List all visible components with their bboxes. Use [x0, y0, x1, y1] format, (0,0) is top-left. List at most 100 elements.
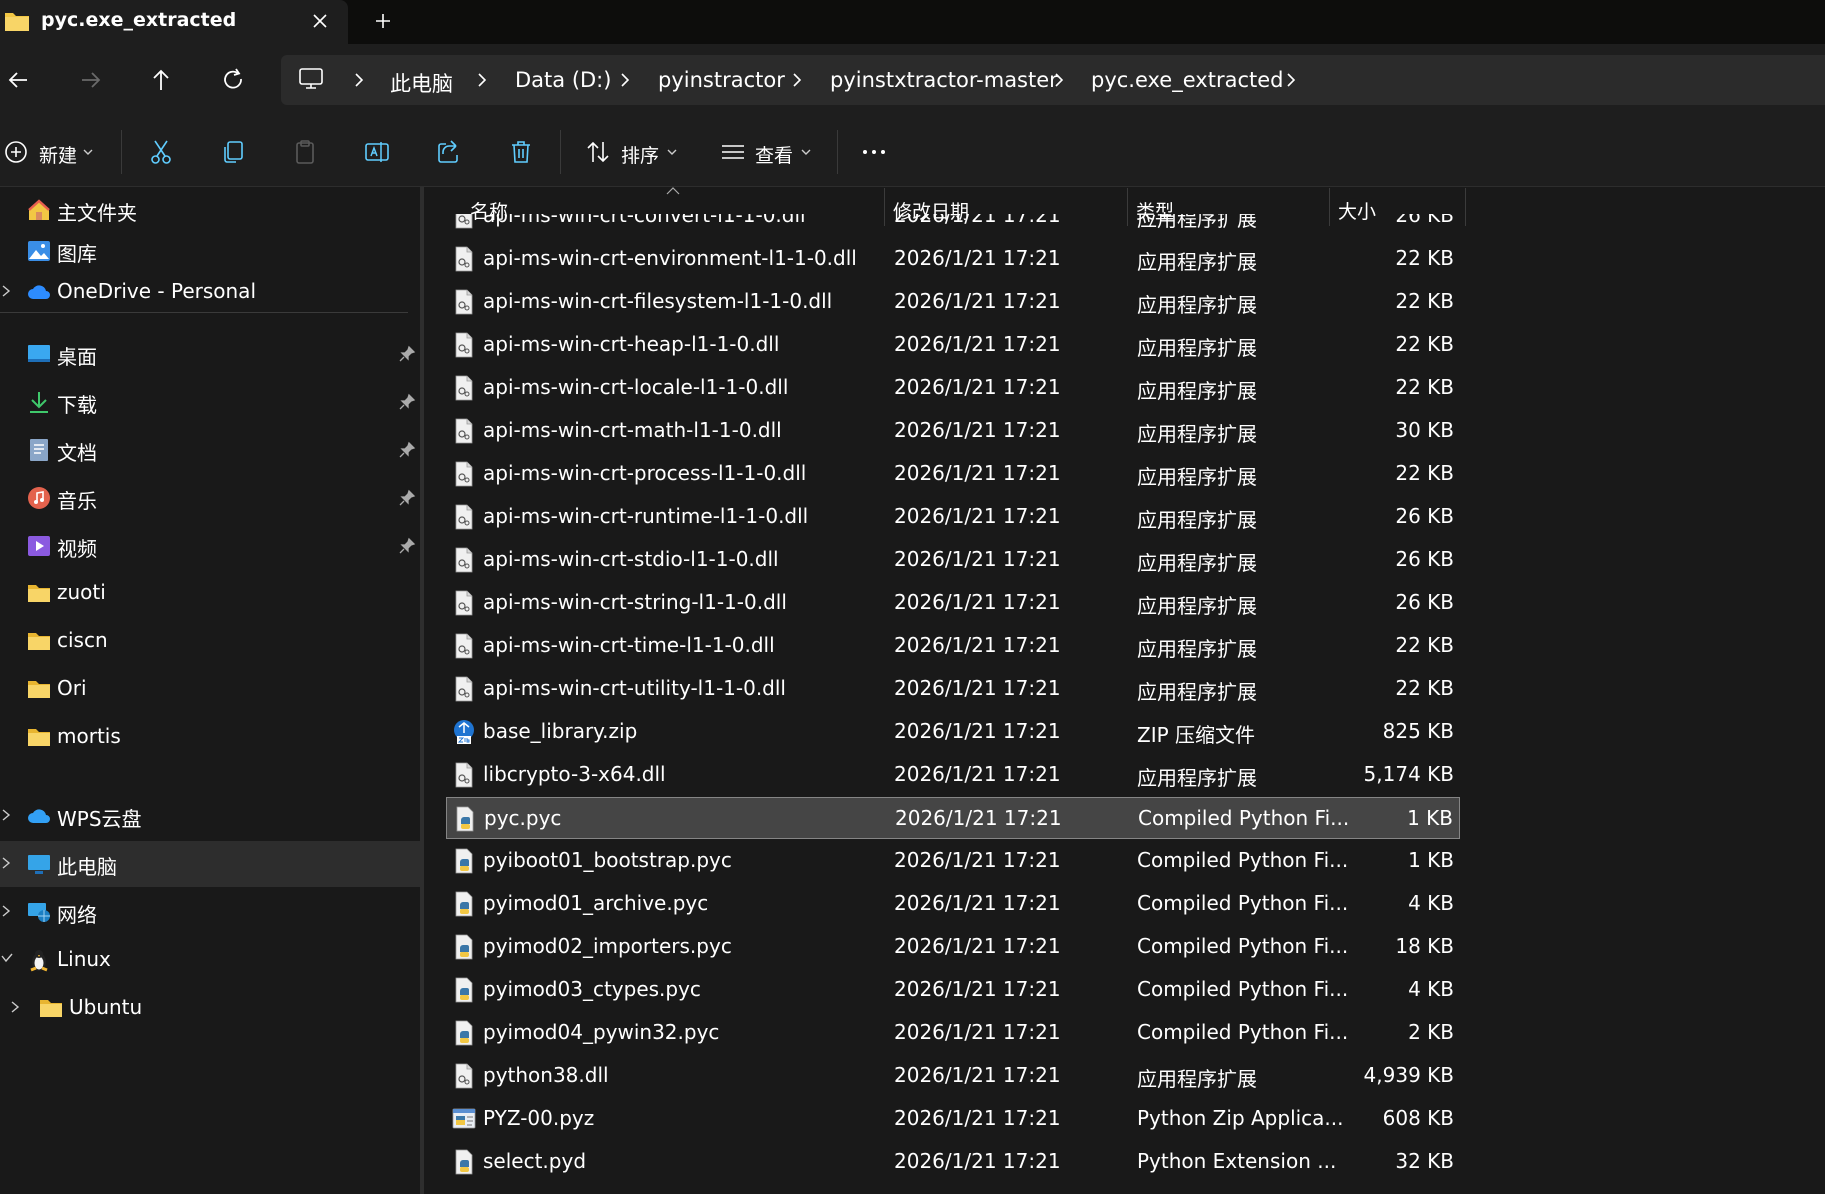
delete-icon[interactable]: [507, 138, 535, 166]
file-row[interactable]: api-ms-win-crt-filesystem-l1-1-0.dll 2026…: [446, 281, 1460, 323]
chevron-down-icon[interactable]: [82, 146, 94, 158]
back-icon[interactable]: [1, 62, 37, 98]
sidebar-item-network[interactable]: 网络: [0, 889, 420, 935]
more-options-icon[interactable]: [860, 138, 888, 166]
forward-icon[interactable]: [72, 62, 108, 98]
pin-icon[interactable]: [398, 489, 416, 507]
file-row[interactable]: select.pyd 2026/1/21 17:21 Python Extensio…: [446, 1141, 1460, 1183]
sidebar-item-label: 桌面: [57, 345, 97, 369]
sidebar-item-videos[interactable]: 视频: [0, 523, 420, 569]
chevron-right-icon[interactable]: [0, 284, 14, 298]
sidebar-item-ori[interactable]: Ori: [0, 666, 420, 712]
paste-icon[interactable]: [291, 138, 319, 166]
view-icon[interactable]: [719, 138, 747, 166]
chevron-right-icon[interactable]: [0, 904, 14, 918]
sidebar-item-music[interactable]: 音乐: [0, 475, 420, 521]
file-type: 应用程序扩展: [1137, 250, 1257, 274]
file-size: 26 KB: [1395, 547, 1454, 571]
sidebar-item-wps-cloud[interactable]: WPS云盘: [0, 793, 420, 839]
file-row[interactable]: pyimod01_archive.pyc 2026/1/21 17:21 Compi…: [446, 883, 1460, 925]
file-row[interactable]: api-ms-win-crt-runtime-l1-1-0.dll 2026/1/…: [446, 496, 1460, 538]
sidebar-scrollbar[interactable]: [420, 187, 424, 1194]
breadcrumb-current-folder[interactable]: pyc.exe_extracted: [1091, 68, 1283, 92]
chevron-down-icon[interactable]: [666, 146, 678, 158]
file-size: 1 KB: [1408, 848, 1454, 872]
chevron-down-icon[interactable]: [800, 146, 812, 158]
cut-icon[interactable]: [147, 138, 175, 166]
chevron-right-icon[interactable]: [1051, 72, 1067, 88]
chevron-right-icon[interactable]: [789, 72, 805, 88]
file-row[interactable]: pyimod02_importers.pyc 2026/1/21 17:21 Com…: [446, 926, 1460, 968]
file-row[interactable]: api-ms-win-crt-string-l1-1-0.dll 2026/1/2…: [446, 582, 1460, 624]
chevron-right-icon[interactable]: [351, 72, 367, 88]
sidebar-item-label: Ubuntu: [69, 995, 143, 1019]
pin-icon[interactable]: [398, 537, 416, 555]
pin-icon[interactable]: [398, 393, 416, 411]
pin-icon[interactable]: [398, 345, 416, 363]
file-row[interactable]: api-ms-win-crt-math-l1-1-0.dll 2026/1/21 …: [446, 410, 1460, 452]
sidebar-item-downloads[interactable]: 下载: [0, 379, 420, 425]
close-tab-icon[interactable]: [305, 6, 335, 36]
file-row[interactable]: base_library.zip 2026/1/21 17:21 ZIP 压缩文件 8…: [446, 711, 1460, 753]
file-row[interactable]: pyiboot01_bootstrap.pyc 2026/1/21 17:21 Co…: [446, 840, 1460, 882]
sidebar-item-this-pc[interactable]: 此电脑: [0, 841, 420, 887]
active-tab[interactable]: pyc.exe_extracted: [0, 0, 348, 44]
file-name: api-ms-win-crt-utility-l1-1-0.dll: [483, 676, 786, 700]
file-row[interactable]: api-ms-win-crt-time-l1-1-0.dll 2026/1/21 …: [446, 625, 1460, 667]
cloud-icon: [28, 285, 50, 299]
new-plus-icon[interactable]: [2, 138, 30, 166]
breadcrumb-pyinstxtractor-master[interactable]: pyinstxtractor-master: [830, 68, 1058, 92]
sidebar-item-documents[interactable]: 文档: [0, 427, 420, 473]
sidebar-item-onedrive[interactable]: OneDrive - Personal: [0, 269, 420, 315]
file-row[interactable]: api-ms-win-crt-convert-l1-1-0.dll 2026/1/…: [446, 214, 1460, 237]
file-row[interactable]: api-ms-win-crt-utility-l1-1-0.dll 2026/1/…: [446, 668, 1460, 710]
new-button[interactable]: 新建: [39, 141, 77, 168]
chevron-down-icon[interactable]: [0, 952, 14, 966]
chevron-right-icon[interactable]: [0, 808, 14, 822]
up-icon[interactable]: [143, 62, 179, 98]
file-row[interactable]: api-ms-win-crt-stdio-l1-1-0.dll 2026/1/21…: [446, 539, 1460, 581]
chevron-right-icon[interactable]: [474, 72, 490, 88]
file-row[interactable]: pyc.pyc 2026/1/21 17:21 Compiled Python Fi…: [446, 797, 1460, 839]
new-tab-icon[interactable]: [368, 6, 398, 36]
file-row[interactable]: libcrypto-3-x64.dll 2026/1/21 17:21 应用程序扩展…: [446, 754, 1460, 796]
copy-icon[interactable]: [219, 138, 247, 166]
breadcrumb-data-drive[interactable]: Data (D:): [515, 68, 611, 92]
sidebar-item-home[interactable]: 主文件夹: [0, 187, 420, 233]
file-type: 应用程序扩展: [1137, 379, 1257, 403]
file-list: api-ms-win-crt-convert-l1-1-0.dll 2026/1/…: [446, 214, 1466, 1194]
sidebar-item-zuoti[interactable]: zuoti: [0, 570, 420, 616]
sidebar-item-ubuntu[interactable]: Ubuntu: [0, 985, 420, 1031]
sidebar-item-mortis[interactable]: mortis: [0, 714, 420, 760]
chevron-right-icon[interactable]: [1283, 72, 1299, 88]
chevron-right-icon[interactable]: [9, 1000, 23, 1014]
file-row[interactable]: pyimod03_ctypes.pyc 2026/1/21 17:21 Compil…: [446, 969, 1460, 1011]
sidebar-item-gallery[interactable]: 图库: [0, 228, 420, 274]
file-row[interactable]: pyimod04_pywin32.pyc 2026/1/21 17:21 Compi…: [446, 1012, 1460, 1054]
breadcrumb-pyinstractor[interactable]: pyinstractor: [658, 68, 785, 92]
pin-icon[interactable]: [398, 441, 416, 459]
address-bar[interactable]: 此电脑 Data (D:) pyinstractor pyinstxtracto…: [281, 55, 1825, 105]
file-type: 应用程序扩展: [1137, 766, 1257, 790]
file-row[interactable]: PYZ-00.pyz 2026/1/21 17:21 Python Zip Appl…: [446, 1098, 1460, 1140]
breadcrumb-this-pc[interactable]: 此电脑: [390, 68, 453, 98]
file-row[interactable]: api-ms-win-crt-heap-l1-1-0.dll 2026/1/21 …: [446, 324, 1460, 366]
sort-button[interactable]: 排序: [621, 141, 659, 168]
view-button[interactable]: 查看: [755, 141, 793, 168]
share-icon[interactable]: [435, 138, 463, 166]
sidebar-item-desktop[interactable]: 桌面: [0, 331, 420, 377]
refresh-icon[interactable]: [215, 62, 251, 98]
file-row[interactable]: api-ms-win-crt-process-l1-1-0.dll 2026/1/…: [446, 453, 1460, 495]
file-row[interactable]: api-ms-win-crt-environment-l1-1-0.dll 202…: [446, 238, 1460, 280]
sidebar-item-label: 主文件夹: [57, 201, 137, 225]
sidebar-item-ciscn[interactable]: ciscn: [0, 618, 420, 664]
file-row[interactable]: api-ms-win-crt-locale-l1-1-0.dll 2026/1/2…: [446, 367, 1460, 409]
computer-icon: [28, 855, 50, 874]
rename-icon[interactable]: [363, 138, 391, 166]
chevron-right-icon[interactable]: [0, 856, 14, 870]
sort-icon[interactable]: [584, 138, 612, 166]
chevron-right-icon[interactable]: [617, 72, 633, 88]
sidebar-item-linux[interactable]: Linux: [0, 937, 420, 983]
file-size: 22 KB: [1395, 332, 1454, 356]
file-row[interactable]: python38.dll 2026/1/21 17:21 应用程序扩展 4,939 K…: [446, 1055, 1460, 1097]
